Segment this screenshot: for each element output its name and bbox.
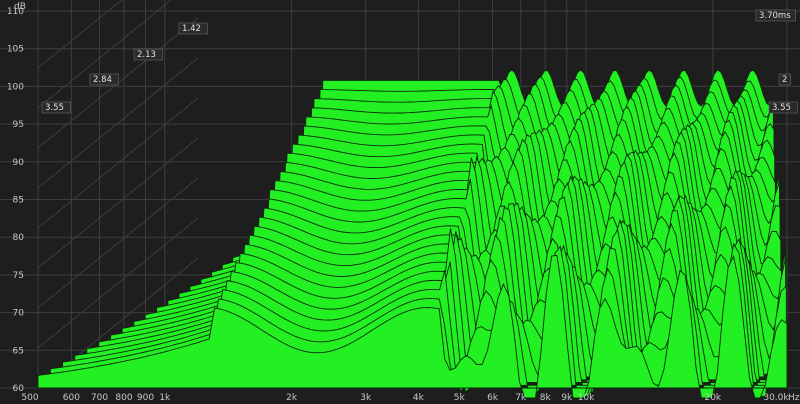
grid-depth-line: [37, 97, 199, 229]
x-tick-label: 700: [91, 393, 108, 403]
y-unit-label: dB: [14, 2, 26, 12]
x-tick-label: 600: [63, 393, 80, 403]
y-tick-label: 70: [13, 309, 25, 319]
y-tick-label: 85: [13, 196, 24, 206]
y-axis-ticks: 6065707580859095100105110: [7, 7, 24, 394]
x-tick-label: 10k: [578, 393, 595, 403]
time-label: 2: [782, 75, 787, 85]
y-tick-label: 90: [13, 158, 25, 168]
x-tick-label: 20k: [704, 393, 721, 403]
x-tick-label: 1k: [159, 393, 171, 403]
x-tick-label: 5k: [454, 393, 466, 403]
grid-depth-line: [37, 0, 123, 69]
x-tick-label: 8k: [540, 393, 552, 403]
x-unit-label: Hz: [788, 393, 800, 403]
x-tick-label: 800: [115, 393, 132, 403]
y-tick-label: 105: [7, 45, 24, 55]
time-label: 2.84: [93, 75, 112, 85]
x-tick-label: 30.0k: [763, 393, 789, 403]
time-label: 3.55: [45, 103, 64, 113]
time-label: 3.70ms: [759, 11, 791, 21]
x-axis-ticks: 500 600 700 800 900 1k 2k 3k 4k 5k 6k 7k 8k 9k 10k 20k 3…: [21, 393, 789, 403]
grid-depth-line: [37, 0, 172, 109]
time-label: 2.13: [137, 50, 156, 60]
grid-depth-line: [37, 177, 199, 309]
y-tick-label: 80: [13, 233, 25, 243]
waterfall-chart: 6065707580859095100105110 500 600 700 800 90…: [0, 0, 800, 403]
time-label: 3.55: [772, 103, 791, 113]
grid-depth-line: [37, 137, 199, 269]
x-tick-label: 7k: [515, 393, 527, 403]
y-tick-label: 65: [13, 346, 24, 356]
x-tick-label: 3k: [360, 393, 372, 403]
y-tick-label: 75: [13, 271, 24, 281]
x-tick-label: 900: [137, 393, 154, 403]
waterfall-slices: [37, 69, 788, 399]
x-tick-label: 500: [21, 393, 38, 403]
x-tick-label: 9k: [561, 393, 573, 403]
x-tick-label: 6k: [487, 393, 499, 403]
x-tick-label: 4k: [413, 393, 425, 403]
y-tick-label: 100: [7, 82, 24, 92]
x-tick-label: 2k: [286, 393, 298, 403]
time-label: 1.42: [182, 24, 201, 34]
y-tick-label: 95: [13, 120, 24, 130]
